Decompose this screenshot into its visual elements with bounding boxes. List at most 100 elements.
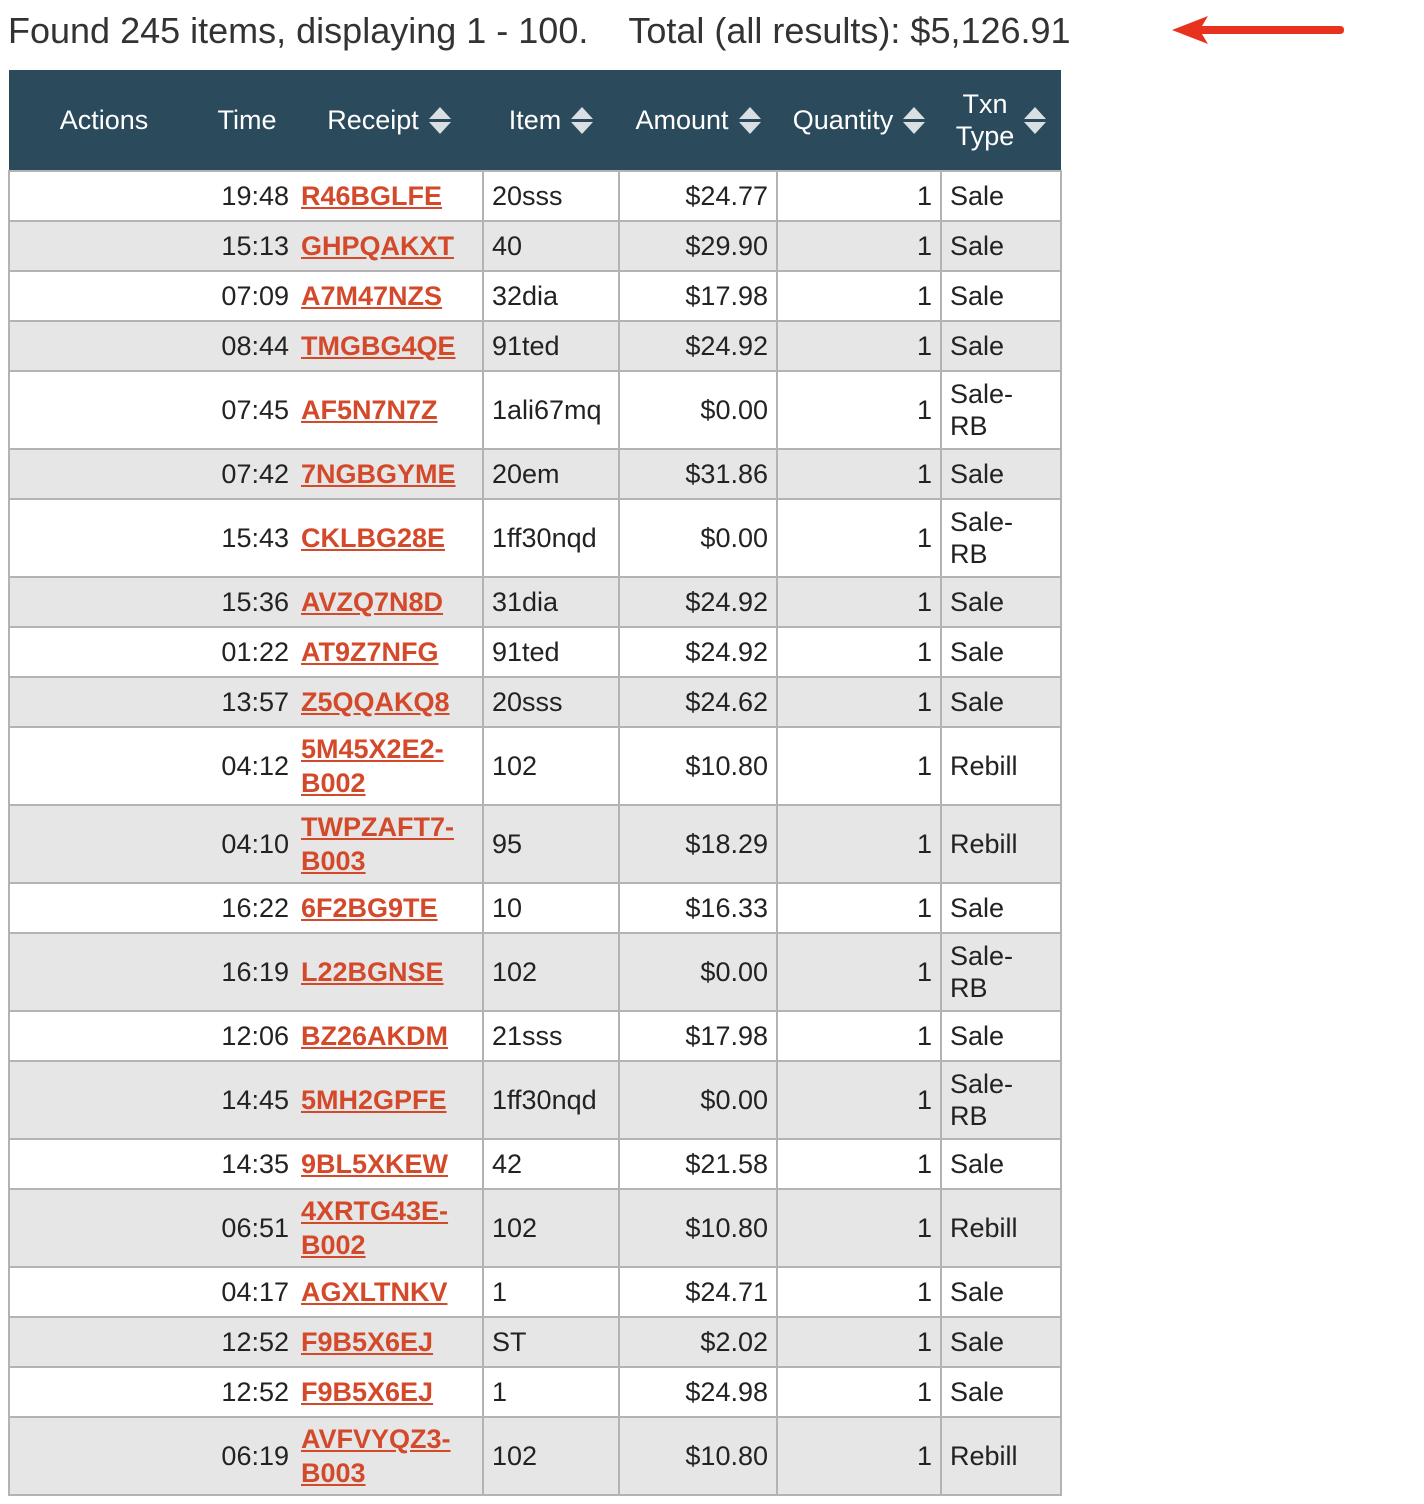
txn-type-cell: Sale xyxy=(940,576,1062,628)
receipt-cell: AVZQ7N8D xyxy=(295,576,484,628)
receipt-cell: AT9Z7NFG xyxy=(295,626,484,678)
receipt-link[interactable]: CKLBG28E xyxy=(301,523,445,553)
time-cell: 19:48 xyxy=(199,170,295,222)
txn-type-text: Sale xyxy=(950,587,1005,617)
actions-cell xyxy=(8,498,199,578)
table-row: 15:13 GHPQAKXT 40 $29.90 1 Sale xyxy=(8,220,1062,272)
time-cell: 15:43 xyxy=(199,498,295,578)
receipt-link[interactable]: 6F2BG9TE xyxy=(301,893,438,923)
txn-type-cell: Sale xyxy=(940,676,1062,728)
actions-cell xyxy=(8,170,199,222)
receipt-link[interactable]: TMGBG4QE xyxy=(301,331,456,361)
receipt-cell: 9BL5XKEW xyxy=(295,1138,484,1190)
actions-cell xyxy=(8,1316,199,1368)
receipt-cell: R46BGLFE xyxy=(295,170,484,222)
column-header-quantity[interactable]: Quantity xyxy=(777,70,941,171)
receipt-link[interactable]: 4XRTG43E- B002 xyxy=(301,1196,448,1260)
column-header-actions: Actions xyxy=(9,70,199,171)
receipt-link[interactable]: AVZQ7N8D xyxy=(301,587,443,617)
receipt-link[interactable]: L22BGNSE xyxy=(301,957,444,987)
sort-updown-icon[interactable] xyxy=(738,106,761,134)
item-cell: 91ted xyxy=(482,320,620,372)
amount-cell: $24.71 xyxy=(618,1266,778,1318)
table-row: 16:22 6F2BG9TE 10 $16.33 1 Sale xyxy=(8,882,1062,934)
table-row: 14:45 5MH2GPFE 1ff30nqd $0.00 1 Sale- RB xyxy=(8,1060,1062,1140)
sort-updown-icon[interactable] xyxy=(571,106,594,134)
receipt-cell: F9B5X6EJ xyxy=(295,1366,484,1418)
receipt-link[interactable]: A7M47NZS xyxy=(301,281,442,311)
amount-cell: $10.80 xyxy=(618,1416,778,1496)
txn-type-cell: Sale xyxy=(940,1366,1062,1418)
txn-type-cell: Sale xyxy=(940,1010,1062,1062)
txn-type-text: Sale xyxy=(950,687,1005,717)
receipt-cell: BZ26AKDM xyxy=(295,1010,484,1062)
receipt-cell: GHPQAKXT xyxy=(295,220,484,272)
column-header-txn-type[interactable]: Txn Type xyxy=(941,70,1061,171)
txn-type-text: Sale- RB xyxy=(950,1069,1014,1131)
item-cell: 32dia xyxy=(482,270,620,322)
sort-updown-icon[interactable] xyxy=(903,106,926,134)
table-row: 12:06 BZ26AKDM 21sss $17.98 1 Sale xyxy=(8,1010,1062,1062)
quantity-cell: 1 xyxy=(776,320,942,372)
quantity-cell: 1 xyxy=(776,1416,942,1496)
column-header-receipt[interactable]: Receipt xyxy=(295,70,483,171)
amount-cell: $24.98 xyxy=(618,1366,778,1418)
receipt-link[interactable]: BZ26AKDM xyxy=(301,1021,448,1051)
quantity-cell: 1 xyxy=(776,1266,942,1318)
quantity-cell: 1 xyxy=(776,370,942,450)
receipt-link[interactable]: AGXLTNKV xyxy=(301,1277,448,1307)
sort-updown-icon[interactable] xyxy=(428,106,451,134)
receipt-link[interactable]: 9BL5XKEW xyxy=(301,1149,448,1179)
amount-cell: $24.92 xyxy=(618,576,778,628)
item-cell: 20em xyxy=(482,448,620,500)
actions-cell xyxy=(8,370,199,450)
amount-cell: $0.00 xyxy=(618,1060,778,1140)
receipt-link[interactable]: R46BGLFE xyxy=(301,181,442,211)
actions-cell xyxy=(8,932,199,1012)
txn-type-text: Sale xyxy=(950,181,1005,211)
column-header-amount[interactable]: Amount xyxy=(619,70,777,171)
quantity-cell: 1 xyxy=(776,1010,942,1062)
txn-type-text: Sale xyxy=(950,893,1005,923)
table-row: 07:09 A7M47NZS 32dia $17.98 1 Sale xyxy=(8,270,1062,322)
amount-cell: $0.00 xyxy=(618,370,778,450)
amount-cell: $2.02 xyxy=(618,1316,778,1368)
time-cell: 15:36 xyxy=(199,576,295,628)
table-row: 04:12 5M45X2E2- B002 102 $10.80 1 Rebill xyxy=(8,726,1062,806)
receipt-link[interactable]: AVFVYQZ3- B003 xyxy=(301,1424,451,1488)
receipt-link[interactable]: F9B5X6EJ xyxy=(301,1377,433,1407)
txn-type-text: Sale xyxy=(950,637,1005,667)
actions-cell xyxy=(8,448,199,500)
receipt-cell: 7NGBGYME xyxy=(295,448,484,500)
column-header-item[interactable]: Item xyxy=(483,70,619,171)
actions-cell xyxy=(8,320,199,372)
receipt-cell: L22BGNSE xyxy=(295,932,484,1012)
receipt-cell: AVFVYQZ3- B003 xyxy=(295,1416,484,1496)
amount-cell: $24.62 xyxy=(618,676,778,728)
time-cell: 12:06 xyxy=(199,1010,295,1062)
txn-type-cell: Sale xyxy=(940,1316,1062,1368)
amount-cell: $10.80 xyxy=(618,726,778,806)
quantity-cell: 1 xyxy=(776,170,942,222)
receipt-link[interactable]: TWPZAFT7- B003 xyxy=(301,812,454,876)
receipt-link[interactable]: 7NGBGYME xyxy=(301,459,456,489)
results-summary: Found 245 items, displaying 1 - 100. Tota… xyxy=(8,8,1071,54)
time-cell: 12:52 xyxy=(199,1366,295,1418)
receipt-link[interactable]: Z5QQAKQ8 xyxy=(301,687,450,717)
receipt-link[interactable]: 5M45X2E2- B002 xyxy=(301,734,444,798)
amount-cell: $24.77 xyxy=(618,170,778,222)
item-cell: 31dia xyxy=(482,576,620,628)
item-cell: 1ff30nqd xyxy=(482,498,620,578)
table-row: 01:22 AT9Z7NFG 91ted $24.92 1 Sale xyxy=(8,626,1062,678)
receipt-link[interactable]: AT9Z7NFG xyxy=(301,637,439,667)
actions-cell xyxy=(8,626,199,678)
receipt-link[interactable]: 5MH2GPFE xyxy=(301,1085,447,1115)
results-table: Actions Time Receipt Item Amount Quantit… xyxy=(8,70,1062,1496)
item-cell: 102 xyxy=(482,1416,620,1496)
receipt-link[interactable]: F9B5X6EJ xyxy=(301,1327,433,1357)
receipt-link[interactable]: AF5N7N7Z xyxy=(301,395,438,425)
time-cell: 04:12 xyxy=(199,726,295,806)
sort-updown-icon[interactable] xyxy=(1024,106,1047,134)
actions-cell xyxy=(8,882,199,934)
receipt-link[interactable]: GHPQAKXT xyxy=(301,231,454,261)
